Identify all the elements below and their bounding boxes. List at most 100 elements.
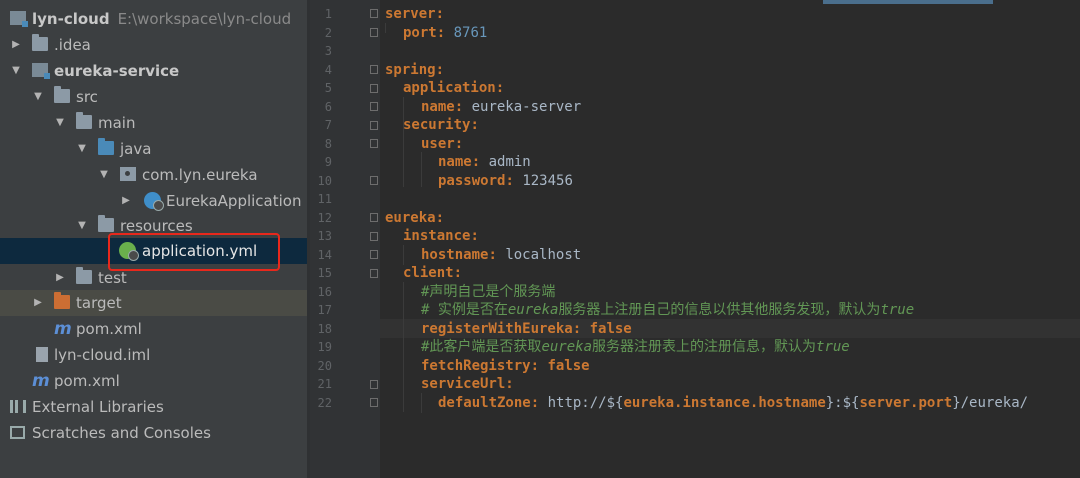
tree-item-idea[interactable]: ▶ .idea	[0, 32, 307, 58]
tree-item-eureka-application[interactable]: ▶ EurekaApplication	[0, 188, 307, 214]
fold-marker-icon[interactable]	[370, 398, 378, 407]
tree-item-target[interactable]: ▶ target	[0, 290, 307, 316]
scroll-indicator	[823, 0, 993, 4]
line-number: 13	[317, 229, 332, 243]
project-path: E:\workspace\lyn-cloud	[117, 10, 292, 28]
code-line[interactable]: registerWithEureka: false	[421, 320, 632, 339]
indent-guide	[385, 23, 386, 33]
chevron-down-icon[interactable]: ▼	[31, 84, 45, 110]
maven-icon: m	[54, 319, 72, 339]
code-line[interactable]: spring:	[385, 61, 444, 80]
tree-item-java[interactable]: ▼ java	[0, 136, 307, 162]
indent-guide	[403, 282, 404, 412]
line-number: 11	[317, 192, 332, 206]
code-line[interactable]: name: eureka-server	[421, 98, 581, 117]
line-number: 6	[324, 99, 332, 114]
chevron-down-icon[interactable]: ▼	[75, 213, 89, 239]
tree-item-label: target	[76, 294, 122, 312]
tree-item-eureka-service[interactable]: ▼ eureka-service	[0, 58, 307, 84]
tree-item-lyn-cloud[interactable]: lyn-cloud E:\workspace\lyn-cloud	[0, 6, 307, 32]
chevron-down-icon[interactable]: ▼	[75, 136, 89, 162]
fold-marker-icon[interactable]	[370, 380, 378, 389]
fold-marker-icon[interactable]	[370, 232, 378, 241]
code-line[interactable]: port: 8761	[403, 24, 487, 43]
chevron-right-icon[interactable]: ▶	[9, 32, 23, 58]
fold-marker-icon[interactable]	[370, 65, 378, 74]
tree-item-pom-xml[interactable]: m pom.xml	[0, 316, 307, 342]
tree-item-package[interactable]: ▼ com.lyn.eureka	[0, 162, 307, 188]
maven-icon: m	[32, 371, 50, 391]
fold-marker-icon[interactable]	[370, 176, 378, 185]
chevron-right-icon[interactable]: ▶	[119, 188, 133, 214]
folder-icon	[54, 86, 70, 103]
code-line[interactable]: security:	[403, 116, 479, 135]
line-number: 5	[324, 81, 332, 95]
code-line[interactable]: user:	[421, 135, 463, 154]
code-line[interactable]: name: admin	[438, 153, 531, 172]
fold-marker-icon[interactable]	[370, 213, 378, 222]
folder-icon	[76, 267, 92, 284]
line-number: 10	[317, 173, 332, 188]
chevron-right-icon[interactable]: ▶	[53, 265, 67, 291]
line-number: 18	[317, 321, 332, 336]
code-comment[interactable]: #此客户端是否获取eureka服务器注册表上的注册信息，默认为true	[421, 338, 850, 357]
tree-item-scratches[interactable]: Scratches and Consoles	[0, 420, 307, 446]
spring-class-icon	[144, 192, 164, 211]
indent-guide	[421, 152, 422, 187]
fold-marker-icon[interactable]	[370, 102, 378, 111]
library-icon	[10, 400, 26, 413]
chevron-down-icon[interactable]: ▼	[97, 162, 111, 188]
code-comment[interactable]: # 实例是否在eureka服务器上注册自己的信息以供其他服务发现，默认为true	[421, 301, 914, 320]
line-number: 17	[317, 303, 332, 317]
chevron-right-icon[interactable]: ▶	[31, 290, 45, 316]
line-number: 8	[324, 136, 332, 151]
code-line[interactable]: password: 123456	[438, 172, 573, 191]
tree-item-label: src	[76, 88, 98, 106]
tree-item-src[interactable]: ▼ src	[0, 84, 307, 110]
fold-marker-icon[interactable]	[370, 28, 378, 37]
code-line[interactable]: instance:	[403, 227, 479, 246]
code-line[interactable]: fetchRegistry: false	[421, 357, 590, 376]
code-line[interactable]: eureka:	[385, 209, 444, 228]
fold-marker-icon[interactable]	[370, 84, 378, 93]
line-number: 14	[317, 247, 332, 262]
code-line[interactable]: client:	[403, 264, 462, 283]
tree-item-label: pom.xml	[54, 372, 120, 390]
fold-marker-icon[interactable]	[370, 250, 378, 259]
tree-item-main[interactable]: ▼ main	[0, 110, 307, 136]
code-line[interactable]: hostname: localhost	[421, 246, 581, 265]
fold-marker-icon[interactable]	[370, 139, 378, 148]
tree-item-label: eureka-service	[54, 62, 180, 80]
folder-icon	[32, 34, 48, 51]
line-number: 7	[324, 118, 332, 132]
fold-marker-icon[interactable]	[370, 269, 378, 278]
code-line[interactable]: defaultZone: http://${eureka.instance.ho…	[438, 394, 1028, 413]
code-line[interactable]: serviceUrl:	[421, 375, 514, 394]
chevron-down-icon[interactable]: ▼	[53, 110, 67, 136]
tree-item-label: Scratches and Consoles	[32, 424, 211, 442]
scratches-icon	[10, 426, 25, 439]
indent-guide	[403, 245, 404, 265]
tree-item-iml[interactable]: lyn-cloud.iml	[0, 342, 307, 368]
line-number: 12	[317, 210, 332, 225]
line-number: 1	[324, 7, 332, 21]
code-line[interactable]: application:	[403, 79, 504, 98]
excluded-folder-icon	[54, 292, 70, 309]
indent-guide	[403, 97, 404, 187]
resources-folder-icon	[98, 215, 114, 232]
tree-item-root-pom-xml[interactable]: m pom.xml	[0, 368, 307, 394]
chevron-down-icon[interactable]: ▼	[9, 58, 23, 84]
line-number: 4	[324, 62, 332, 77]
folder-icon	[76, 112, 92, 129]
code-comment[interactable]: #声明自己是个服务端	[421, 283, 555, 302]
line-number: 15	[317, 266, 332, 280]
project-tree: lyn-cloud E:\workspace\lyn-cloud ▶ .idea …	[0, 0, 307, 478]
fold-marker-icon[interactable]	[370, 121, 378, 130]
tree-item-label: lyn-cloud.iml	[54, 346, 151, 364]
line-number: 2	[324, 25, 332, 40]
code-line[interactable]: server:	[385, 5, 444, 24]
source-folder-icon	[98, 138, 114, 155]
tree-item-external-libraries[interactable]: External Libraries	[0, 394, 307, 420]
line-number: 21	[317, 377, 332, 391]
fold-marker-icon[interactable]	[370, 9, 378, 18]
